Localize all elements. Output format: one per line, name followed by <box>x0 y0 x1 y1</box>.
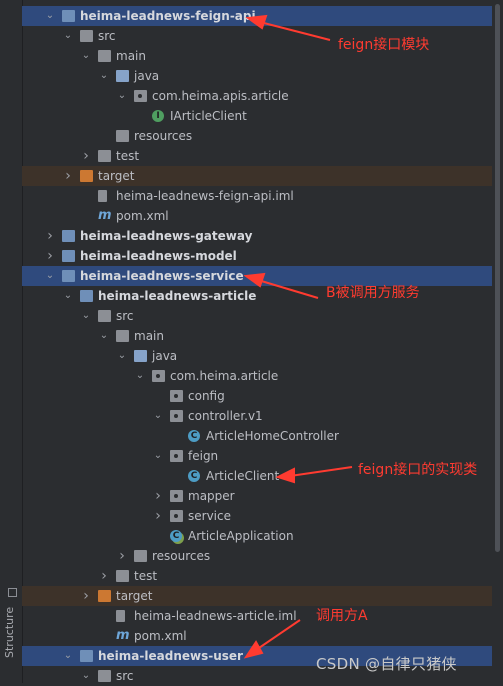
annotation-feign-module: feign接口模块 <box>338 37 430 53</box>
arrow-service-b <box>257 279 319 299</box>
arrow-feign-impl <box>289 466 353 477</box>
watermark: CSDN @自律只猪侠 <box>316 655 457 673</box>
annotation-arrows <box>243 14 353 659</box>
annotation-feign-impl: feign接口的实现类 <box>358 462 478 478</box>
annotation-service-b: B被调用方服务 <box>326 285 420 301</box>
arrow-caller-a <box>255 619 301 651</box>
annotation-caller-a: 调用方A <box>316 608 368 624</box>
arrow-feign-module <box>259 21 331 41</box>
